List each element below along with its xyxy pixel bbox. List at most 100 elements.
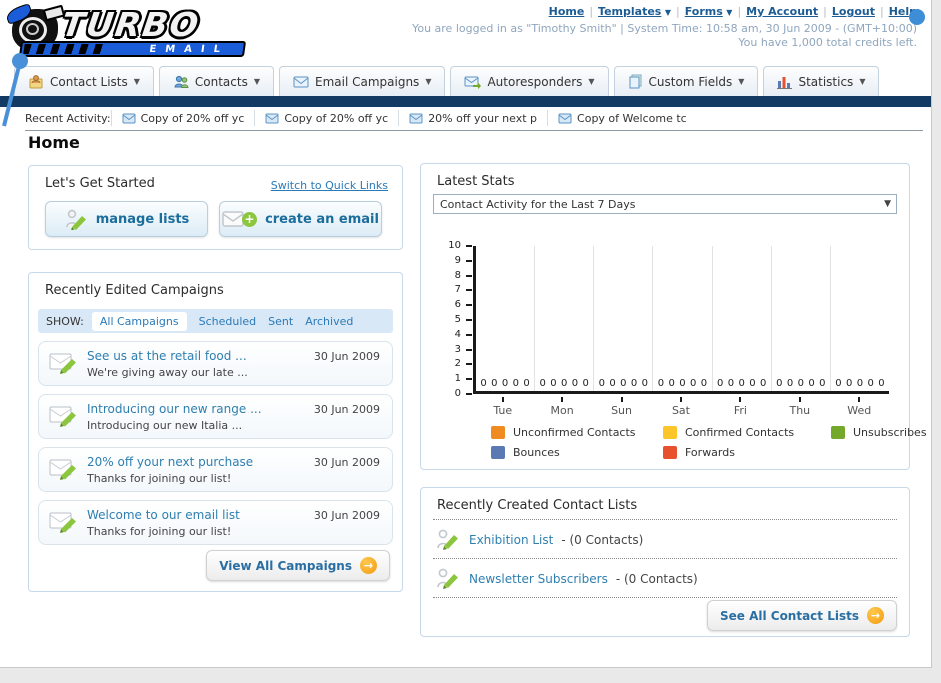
y-tick-mark: [466, 393, 472, 395]
bar-value-label: 0: [878, 378, 885, 389]
tab-custom-fields[interactable]: Custom Fields ▼: [613, 66, 759, 96]
navy-divider-bar: [0, 96, 931, 107]
top-nav-links: Home | Templates ▼ | Forms ▼ | My Account | Logo…: [549, 5, 925, 25]
campaigns-title: Recently Edited Campaigns: [45, 283, 224, 298]
bar-value-label: 0: [523, 378, 530, 389]
campaign-title-link[interactable]: See us at the retail food ...: [87, 349, 247, 363]
bar-value-label: 0: [700, 378, 708, 389]
x-tick-label: Tue: [473, 397, 532, 421]
bar-value-label: 0: [856, 378, 864, 389]
tab-contacts[interactable]: Contacts ▼: [158, 66, 274, 96]
bar-value-label: 0: [641, 378, 649, 389]
recent-activity-text: Copy of 20% off yc: [284, 111, 389, 125]
y-tick-label: 4: [454, 328, 461, 340]
create-email-button[interactable]: + create an email: [219, 201, 382, 237]
campaign-subtitle: Thanks for joining our list!: [87, 472, 232, 485]
y-tick-mark: [466, 378, 472, 381]
nav-link-home[interactable]: Home: [549, 5, 585, 18]
legend-item: Forwards: [663, 446, 831, 459]
bar-value-label: 0: [727, 378, 735, 389]
envelope-icon: [293, 76, 309, 88]
chart-group-wed: 00000: [831, 246, 889, 391]
envelope-icon: [265, 113, 279, 123]
campaign-row[interactable]: 20% off your next purchase Thanks for jo…: [38, 447, 393, 492]
switch-quick-links[interactable]: Switch to Quick Links: [271, 179, 388, 192]
y-tick-label: 2: [454, 358, 461, 370]
contacts-icon: [174, 75, 189, 88]
bar-value-label: 0: [690, 378, 697, 389]
logo-text-email: EMAIL: [148, 44, 230, 55]
recent-activity-item[interactable]: Copy of Welcome tc: [547, 110, 697, 126]
nav-link-logout[interactable]: Logout: [832, 5, 875, 18]
legend-item: Confirmed Contacts: [663, 426, 831, 439]
logo-text-turbo: TURBO: [59, 5, 203, 44]
filter-scheduled[interactable]: Scheduled: [199, 315, 257, 328]
nav-link-my-account[interactable]: My Account: [746, 5, 818, 18]
tab-email-campaigns[interactable]: Email Campaigns ▼: [279, 66, 446, 96]
y-tick-label: 9: [454, 254, 461, 266]
recent-activity-item[interactable]: Copy of 20% off yc: [110, 110, 255, 126]
bar-value-label: 0: [845, 378, 853, 389]
contact-list-link[interactable]: Newsletter Subscribers: [469, 572, 608, 586]
contact-list-count: - (0 Contacts): [615, 572, 698, 586]
campaign-title-link[interactable]: 20% off your next purchase: [87, 455, 253, 469]
contact-list-link[interactable]: Exhibition List: [469, 533, 553, 547]
dotted-divider: [433, 597, 897, 598]
campaign-title-link[interactable]: Welcome to our email list: [87, 508, 240, 522]
tab-statistics[interactable]: Statistics ▼: [763, 66, 880, 96]
campaign-subtitle: Thanks for joining our list!: [87, 525, 232, 538]
bar-value-label: 0: [776, 378, 783, 389]
campaign-title-link[interactable]: Introducing our new range ...: [87, 402, 262, 416]
y-tick-mark: [466, 259, 472, 262]
get-started-title: Let's Get Started: [45, 176, 155, 191]
recent-activity-item[interactable]: 20% off your next p: [398, 110, 547, 126]
recent-activity-label: Recent Activity:: [25, 111, 111, 125]
page-title: Home: [28, 133, 80, 152]
chart-group-thu: 00000: [772, 246, 831, 391]
tab-autoresponders[interactable]: Autoresponders ▼: [450, 66, 609, 96]
person-pencil-icon: [437, 568, 458, 589]
pin-decoration: [2, 53, 28, 127]
contact-list-row[interactable]: Newsletter Subscribers - (0 Contacts): [435, 566, 698, 592]
filter-all-campaigns[interactable]: All Campaigns: [91, 311, 187, 331]
contact-list-row[interactable]: Exhibition List - (0 Contacts): [435, 527, 643, 553]
filter-archived[interactable]: Archived: [305, 315, 353, 328]
manage-lists-button[interactable]: manage lists: [45, 201, 208, 237]
stats-dropdown[interactable]: Contact Activity for the Last 7 Days ▼: [433, 194, 897, 214]
campaign-row[interactable]: Welcome to our email list Thanks for joi…: [38, 500, 393, 545]
bar-chart-icon: [777, 76, 793, 89]
tab-contact-lists[interactable]: Contact Lists ▼: [14, 66, 154, 96]
x-tick-label: Sun: [592, 397, 651, 421]
see-all-contact-lists-button[interactable]: See All Contact Lists →: [706, 600, 897, 631]
legend-swatch: [663, 426, 677, 439]
bar-value-label: 0: [749, 378, 756, 389]
filter-sent[interactable]: Sent: [268, 315, 293, 328]
campaign-subtitle: We're giving away our late ...: [87, 366, 248, 379]
envelope-icon: [558, 113, 572, 123]
view-all-campaigns-button[interactable]: View All Campaigns →: [206, 550, 390, 581]
campaign-row[interactable]: Introducing our new range ... Introducin…: [38, 394, 393, 439]
bar-value-label: 0: [550, 378, 557, 389]
y-tick-mark: [466, 289, 472, 292]
chart-group-mon: 00000: [535, 246, 595, 391]
envelope-icon: [409, 113, 423, 123]
bar-value-label: 0: [819, 378, 826, 389]
nav-link-templates[interactable]: Templates: [598, 5, 661, 18]
legend-item: Unconfirmed Contacts: [491, 426, 663, 439]
campaign-row[interactable]: See us at the retail food ... We're givi…: [38, 341, 393, 386]
chevron-down-icon: ▼: [884, 199, 891, 209]
nav-link-forms[interactable]: Forms: [685, 5, 723, 18]
tab-label: Custom Fields: [648, 74, 733, 89]
chart-group-sun: 00000: [594, 246, 654, 391]
envelope-pencil-icon: [49, 406, 76, 427]
legend-swatch: [831, 426, 845, 439]
bar-value-label: 0: [539, 378, 546, 389]
contact-list-count: - (0 Contacts): [561, 533, 644, 547]
y-tick-mark: [466, 333, 472, 336]
recent-activity-item[interactable]: Copy of 20% off yc: [254, 110, 398, 126]
tab-label: Contacts: [194, 74, 248, 89]
x-tick-label: Mon: [532, 397, 591, 421]
recent-activity-text: Copy of 20% off yc: [140, 111, 245, 125]
stats-dropdown-value: Contact Activity for the Last 7 Days: [440, 197, 636, 211]
legend-item: Bounces: [491, 446, 663, 459]
